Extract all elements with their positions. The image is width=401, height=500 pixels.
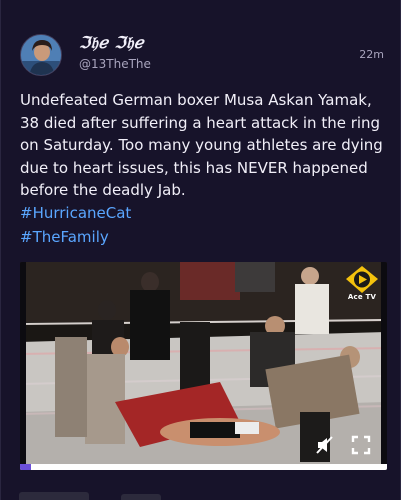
- channel-watermark: Ace TV: [347, 293, 377, 301]
- post-card[interactable]: ℑ𝔥ℯ ℑ𝔥ℯ @13TheThe 22m Undefeated German …: [0, 0, 401, 500]
- next-post-preview: [121, 494, 161, 500]
- speaker-muted-icon: [316, 436, 333, 454]
- post-timestamp: 22m: [359, 48, 384, 61]
- mute-button[interactable]: [315, 435, 339, 459]
- channel-logo-icon: [344, 265, 380, 309]
- fullscreen-icon: [351, 435, 371, 455]
- next-post-preview: [19, 492, 89, 500]
- video-progress-bar[interactable]: [20, 464, 387, 470]
- profile-photo-icon: [21, 35, 61, 75]
- video-player[interactable]: Ace TV: [20, 262, 387, 470]
- video-progress-fill: [20, 464, 31, 470]
- hashtag-link[interactable]: #TheFamily: [20, 225, 131, 249]
- author-handle[interactable]: @13TheThe: [79, 57, 151, 71]
- post-body: Undefeated German boxer Musa Askan Yamak…: [20, 89, 390, 202]
- author-display-name[interactable]: ℑ𝔥ℯ ℑ𝔥ℯ: [79, 33, 144, 53]
- hashtag-list: #HurricaneCat #TheFamily: [20, 201, 131, 249]
- fullscreen-button[interactable]: [351, 435, 375, 459]
- post-body-text: Undefeated German boxer Musa Askan Yamak…: [20, 91, 383, 199]
- hashtag-link[interactable]: #HurricaneCat: [20, 201, 131, 225]
- avatar[interactable]: [20, 34, 62, 76]
